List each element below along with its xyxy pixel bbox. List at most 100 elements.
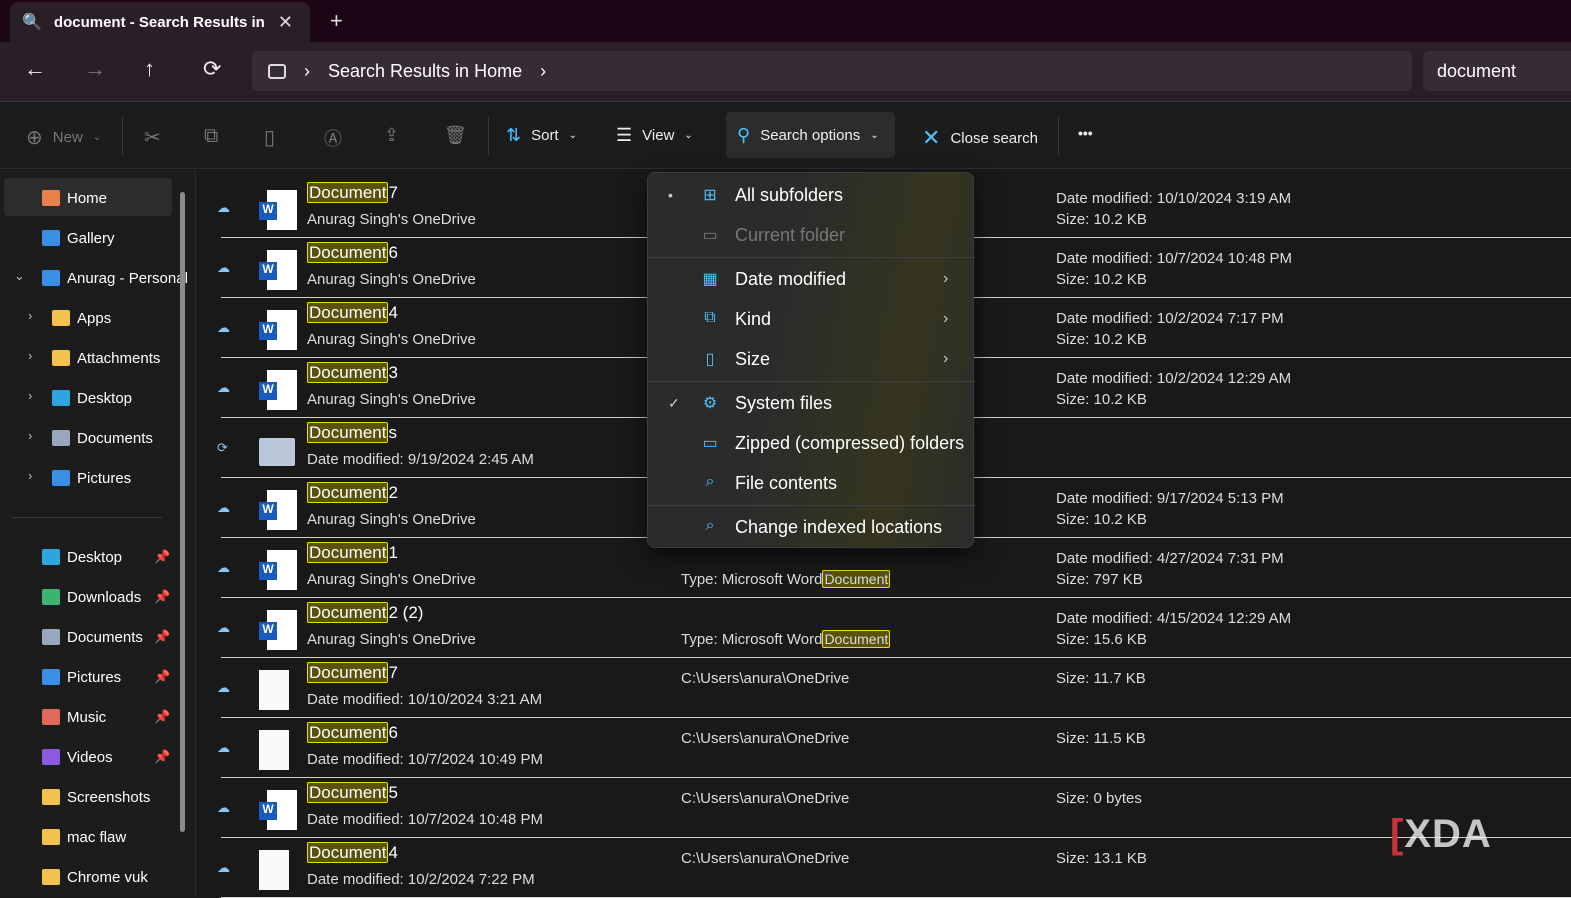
sidebar-item-desktop[interactable]: Desktop [52,380,132,416]
up-button[interactable]: ↑ [144,56,155,82]
cut-icon[interactable]: ✂ [144,125,161,150]
pin-icon[interactable]: 📌 [154,669,170,685]
delete-icon[interactable]: 🗑 [444,125,467,146]
folder-icon [42,789,60,805]
folder-icon [52,470,70,486]
sidebar-item-label: Documents [77,429,153,447]
file-name: Document 3 [307,362,398,383]
file-location: Anurag Singh's OneDrive [307,271,476,288]
share-icon[interactable]: ⇪ [384,125,399,146]
file-name-rest: 2 (2) [388,603,424,622]
command-bar: ⊕ New ⌄ ✂ ⧉ ▯ Ⓐ ⇪ 🗑 ⇅ Sort ⌄ ☰ View ⌄ ⚲ Search … [0,103,1571,169]
file-path: C:\Users\anura\OneDrive [681,670,850,687]
file-row[interactable]: ☁ Document 4 Date modified: 10/2/2024 7:22 … [217,838,1571,898]
tab-search-results[interactable]: 🔍 document - Search Results in Home ✕ [10,2,310,42]
quick-access-pictures[interactable]: Pictures 📌 [42,659,170,695]
menu-item-kind[interactable]: ⧉ Kind › [648,299,975,339]
menu-item-change-indexed-locations[interactable]: ⌕ Change indexed locations [648,507,975,547]
cloud-icon: ☁ [217,200,230,215]
file-name: Document 6 [307,722,398,743]
date-modified: Date modified: 10/2/2024 7:17 PM [1056,310,1284,327]
computer-icon [268,63,286,79]
file-row[interactable]: ☁ Document 7 Date modified: 10/10/2024 3:21… [217,658,1571,718]
sort-label: Sort [531,127,559,144]
copy-icon[interactable]: ⧉ [204,125,218,148]
back-button[interactable]: ← [24,56,46,82]
file-location: Date modified: 10/2/2024 7:22 PM [307,871,535,888]
quick-access-downloads[interactable]: Downloads 📌 [42,579,170,615]
menu-item-file-contents[interactable]: ⌕ File contents [648,463,975,503]
quick-access-documents[interactable]: Documents 📌 [42,619,170,655]
file-name-rest: 1 [388,543,398,562]
checkmark-icon: ✓ [668,394,680,411]
sidebar-item-home[interactable]: Home [42,180,107,216]
file-row[interactable]: ☁ Document 6 Date modified: 10/7/2024 10:49… [217,718,1571,778]
view-button[interactable]: ☰ View ⌄ [616,125,693,146]
chevron-down-icon[interactable]: ⌄ [14,268,25,284]
sidebar-item-gallery[interactable]: Gallery [42,220,115,256]
pin-icon[interactable]: 📌 [154,749,170,765]
cloud-icon: ☁ [217,800,230,815]
chevron-right-icon[interactable]: › [28,388,32,403]
new-tab-button[interactable]: + [330,8,343,34]
sidebar-item-anurag-personal[interactable]: Anurag - Personal [42,260,188,296]
more-options-button[interactable]: ••• [1078,125,1093,141]
address-bar[interactable]: › Search Results in Home › [252,51,1412,91]
search-input[interactable]: document [1423,51,1571,91]
quick-access-desktop[interactable]: Desktop 📌 [42,539,170,575]
quick-access-chrome-vuk[interactable]: Chrome vuk [42,859,148,895]
breadcrumb-chevron[interactable]: › [540,61,546,82]
search-options-button[interactable]: ⚲ Search options ⌄ [737,125,879,146]
refresh-button[interactable]: ⟳ [203,56,221,82]
search-match-highlight: Document [307,482,389,503]
word-shortcut-icon: W [259,250,297,290]
menu-item-system-files[interactable]: ✓ ⚙ System files [648,383,975,423]
sort-button[interactable]: ⇅ Sort ⌄ [506,125,577,146]
cloud-icon: ☁ [217,320,230,335]
file-row[interactable]: ☁ W Document 5 Date modified: 10/7/2024 10:4… [217,778,1571,838]
menu-item-zipped-compressed-folders[interactable]: ▭ Zipped (compressed) folders [648,423,975,463]
cloud-icon: ☁ [217,860,230,875]
new-button[interactable]: ⊕ New ⌄ [26,125,101,150]
sidebar-item-apps[interactable]: Apps [52,300,111,336]
radio-dot-icon: • [668,187,673,203]
quick-access-mac-flaw[interactable]: mac flaw [42,819,126,855]
menu-item-label: Date modified [735,268,847,289]
rename-icon[interactable]: Ⓐ [324,125,342,151]
file-name-rest: 7 [388,183,398,202]
chevron-right-icon[interactable]: › [28,468,32,483]
folder-icon [42,270,60,286]
quick-access-screenshots[interactable]: Screenshots [42,779,150,815]
folder-icon [42,190,60,206]
search-match-highlight: Document [307,542,389,563]
paste-icon[interactable]: ▯ [264,125,275,150]
menu-item-current-folder[interactable]: ▭ Current folder [648,215,975,255]
close-search-button[interactable]: ✕ Close search [922,125,1038,151]
chevron-down-icon: ⌄ [568,130,577,141]
sidebar-item-pictures[interactable]: Pictures [52,460,131,496]
pin-icon[interactable]: 📌 [154,589,170,605]
sidebar-item-attachments[interactable]: Attachments [52,340,160,376]
sidebar-item-documents[interactable]: Documents [52,420,153,456]
breadcrumb[interactable]: Search Results in Home [328,61,522,82]
forward-button[interactable]: → [84,56,106,82]
menu-item-size[interactable]: ▯ Size › [648,339,975,379]
pin-icon[interactable]: 📌 [154,549,170,565]
quick-access-videos[interactable]: Videos 📌 [42,739,170,775]
xda-watermark-logo: [XDA [1390,812,1492,856]
menu-item-date-modified[interactable]: ▦ Date modified › [648,259,975,299]
sidebar-item-label: Desktop [67,548,123,566]
chevron-right-icon[interactable]: › [28,308,32,323]
pin-icon[interactable]: 📌 [154,629,170,645]
menu-item-all-subfolders[interactable]: • ⊞ All subfolders [648,175,975,215]
word-badge: W [259,562,277,580]
close-tab-button[interactable]: ✕ [278,12,293,33]
file-row[interactable]: ☁ W Document 2 (2) Anurag Singh's OneDrive Ty… [217,598,1571,658]
quick-access-music[interactable]: Music 📌 [42,699,170,735]
chevron-right-icon[interactable]: › [28,428,32,443]
folder-icon [42,230,60,246]
pin-icon[interactable]: 📌 [154,709,170,725]
chevron-right-icon[interactable]: › [28,348,32,363]
sidebar-scrollbar[interactable] [180,192,185,832]
search-icon: 🔍 [22,14,42,31]
